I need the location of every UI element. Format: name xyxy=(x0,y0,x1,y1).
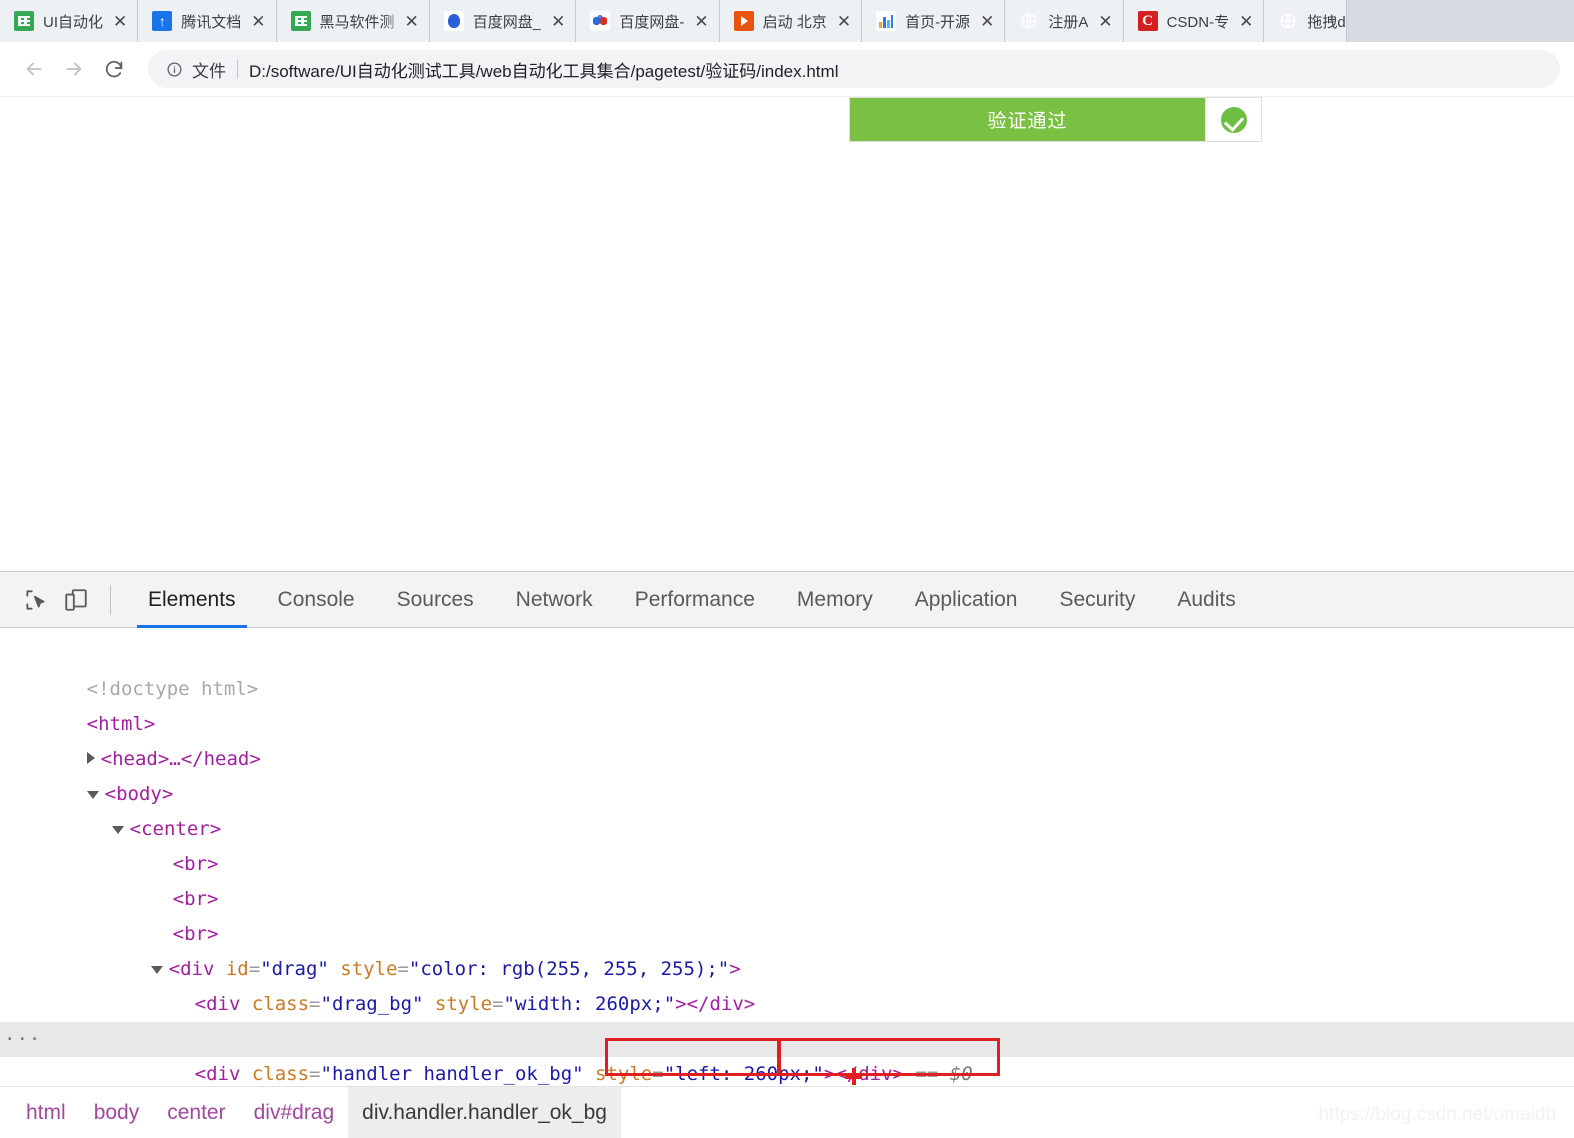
more-options-icon[interactable]: ··· xyxy=(4,1022,41,1057)
url-text: D:/software/UI自动化测试工具/web自动化工具集合/pagetes… xyxy=(249,61,839,81)
tab-console[interactable]: Console xyxy=(257,572,376,628)
browser-tab[interactable]: 拖拽d xyxy=(1264,0,1347,42)
tab-title: 黑马软件测 xyxy=(319,13,395,31)
tab-title: UI自动化 xyxy=(43,13,104,31)
tab-title: 启动 北京 xyxy=(762,13,827,31)
bar-chart-icon xyxy=(876,11,897,31)
tab-close-icon[interactable]: ✕ xyxy=(694,13,708,30)
browser-tab[interactable]: 注册A ✕ xyxy=(1005,0,1124,42)
tab-memory[interactable]: Memory xyxy=(776,572,894,628)
browser-navigation-bar: 文件 D:/software/UI自动化测试工具/web自动化工具集合/page… xyxy=(0,42,1574,97)
tab-title: 首页-开源 xyxy=(905,13,971,31)
tab-title: 注册A xyxy=(1048,13,1089,31)
dom-node-br[interactable]: <br> xyxy=(0,882,1574,945)
tab-title: 腾讯文档 xyxy=(181,13,242,31)
globe-icon xyxy=(1019,11,1039,31)
arrow-left-icon[interactable] xyxy=(14,49,54,89)
tab-close-icon[interactable]: ✕ xyxy=(551,13,565,30)
tab-sources[interactable]: Sources xyxy=(376,572,495,628)
google-sheets-icon xyxy=(290,11,311,31)
reload-icon[interactable] xyxy=(94,49,134,89)
browser-tab[interactable]: CSDN-专 ✕ xyxy=(1123,0,1265,42)
tab-close-icon[interactable]: ✕ xyxy=(980,13,994,30)
omnibox-divider xyxy=(237,59,238,79)
browser-tab[interactable]: 黑马软件测 ✕ xyxy=(276,0,430,42)
inspect-element-icon[interactable] xyxy=(16,580,56,620)
browser-tab[interactable]: 启动 北京 ✕ xyxy=(719,0,863,42)
drag-bg: 验证通过 xyxy=(850,98,1205,141)
dom-node-div-drag-text[interactable]: <div class="drag_text" onselectstart="re… xyxy=(0,987,1574,1050)
tab-audits[interactable]: Audits xyxy=(1156,572,1256,628)
browser-tab-strip: UI自动化 ✕ 腾讯文档 ✕ 黑马软件测 ✕ 百度网盘_ ✕ 百度网盘- ✕ 启… xyxy=(0,0,1574,42)
tab-close-icon[interactable]: ✕ xyxy=(405,13,419,30)
drag-verify-widget[interactable]: 验证通过 xyxy=(849,97,1262,142)
breadcrumb-item-div-handler[interactable]: div.handler.handler_ok_bg xyxy=(348,1086,621,1138)
breadcrumb-item-html[interactable]: html xyxy=(12,1087,80,1138)
tab-title: 百度网盘_ xyxy=(472,13,542,31)
tab-title: CSDN-专 xyxy=(1166,13,1230,31)
browser-tab[interactable]: 腾讯文档 ✕ xyxy=(138,0,277,42)
video-play-icon xyxy=(733,11,754,31)
tab-elements[interactable]: Elements xyxy=(127,572,257,628)
dom-node-body[interactable]: <body> xyxy=(0,742,1574,805)
dom-node-html[interactable]: <html> xyxy=(0,672,1574,735)
baidu-icon xyxy=(590,11,611,31)
tab-close-icon[interactable]: ✕ xyxy=(1239,13,1253,30)
dom-node-head[interactable]: <head>…</head> xyxy=(0,707,1574,770)
url-scheme-label: 文件 xyxy=(192,61,226,81)
tab-title: 拖拽d xyxy=(1307,13,1346,31)
drag-handler[interactable] xyxy=(1205,98,1261,141)
dom-node-doctype[interactable]: <!doctype html> xyxy=(0,637,1574,700)
tab-title: 百度网盘- xyxy=(619,13,685,31)
watermark-text: https://blog.csdn.net/omaidb xyxy=(1318,1104,1556,1125)
dom-tree: <!doctype html> <html> <head>…</head> <b… xyxy=(0,628,1574,1138)
tab-close-icon[interactable]: ✕ xyxy=(837,13,851,30)
dom-node-center[interactable]: <center> xyxy=(0,777,1574,840)
drag-text: 验证通过 xyxy=(987,110,1068,132)
devtools-toolbar: Elements Console Sources Network Perform… xyxy=(0,572,1574,628)
tencent-docs-icon xyxy=(152,11,173,31)
tab-close-icon[interactable]: ✕ xyxy=(113,13,127,30)
info-circle-icon[interactable] xyxy=(164,59,184,79)
browser-tab[interactable]: 首页-开源 ✕ xyxy=(862,0,1006,42)
breadcrumb-item-body[interactable]: body xyxy=(80,1087,154,1138)
devtools-panel: Elements Console Sources Network Perform… xyxy=(0,571,1574,1138)
check-circle-icon xyxy=(1220,106,1247,133)
breadcrumb-item-center[interactable]: center xyxy=(153,1087,239,1138)
breadcrumb-item-div-drag[interactable]: div#drag xyxy=(240,1087,349,1138)
browser-tab[interactable]: 百度网盘- ✕ xyxy=(576,0,720,42)
browser-tab[interactable]: 百度网盘_ ✕ xyxy=(429,0,577,42)
address-bar[interactable]: 文件 D:/software/UI自动化测试工具/web自动化工具集合/page… xyxy=(148,50,1560,88)
devtools-tab-list: Elements Console Sources Network Perform… xyxy=(127,572,1257,628)
tab-close-icon[interactable]: ✕ xyxy=(251,13,265,30)
breadcrumb: html body center div#drag div.handler.ha… xyxy=(0,1086,1574,1138)
csdn-icon xyxy=(1137,11,1158,31)
dom-node-div-drag[interactable]: <div id="drag" style="color: rgb(255, 25… xyxy=(0,917,1574,980)
dom-node-br[interactable]: <br> xyxy=(0,812,1574,875)
browser-tab[interactable]: UI自动化 ✕ xyxy=(0,0,139,42)
dom-node-br[interactable]: <br> xyxy=(0,847,1574,910)
device-toolbar-icon[interactable] xyxy=(56,580,96,620)
page-viewport xyxy=(0,97,1574,571)
google-sheets-icon xyxy=(14,11,34,31)
dom-node-div-handler[interactable]: ··· <div class="handler handler_ok_bg" st… xyxy=(0,1022,1574,1085)
tab-security[interactable]: Security xyxy=(1038,572,1156,628)
toolbar-divider xyxy=(110,584,111,615)
globe-icon xyxy=(1278,11,1298,31)
arrow-right-icon[interactable] xyxy=(54,49,94,89)
tab-performance[interactable]: Performance xyxy=(614,572,776,628)
tab-application[interactable]: Application xyxy=(894,572,1039,628)
baidu-pan-icon xyxy=(443,11,464,31)
tab-network[interactable]: Network xyxy=(495,572,614,628)
dom-node-div-drag-bg[interactable]: <div class="drag_bg" style="width: 260px… xyxy=(0,952,1574,1015)
tab-close-icon[interactable]: ✕ xyxy=(1098,13,1112,30)
